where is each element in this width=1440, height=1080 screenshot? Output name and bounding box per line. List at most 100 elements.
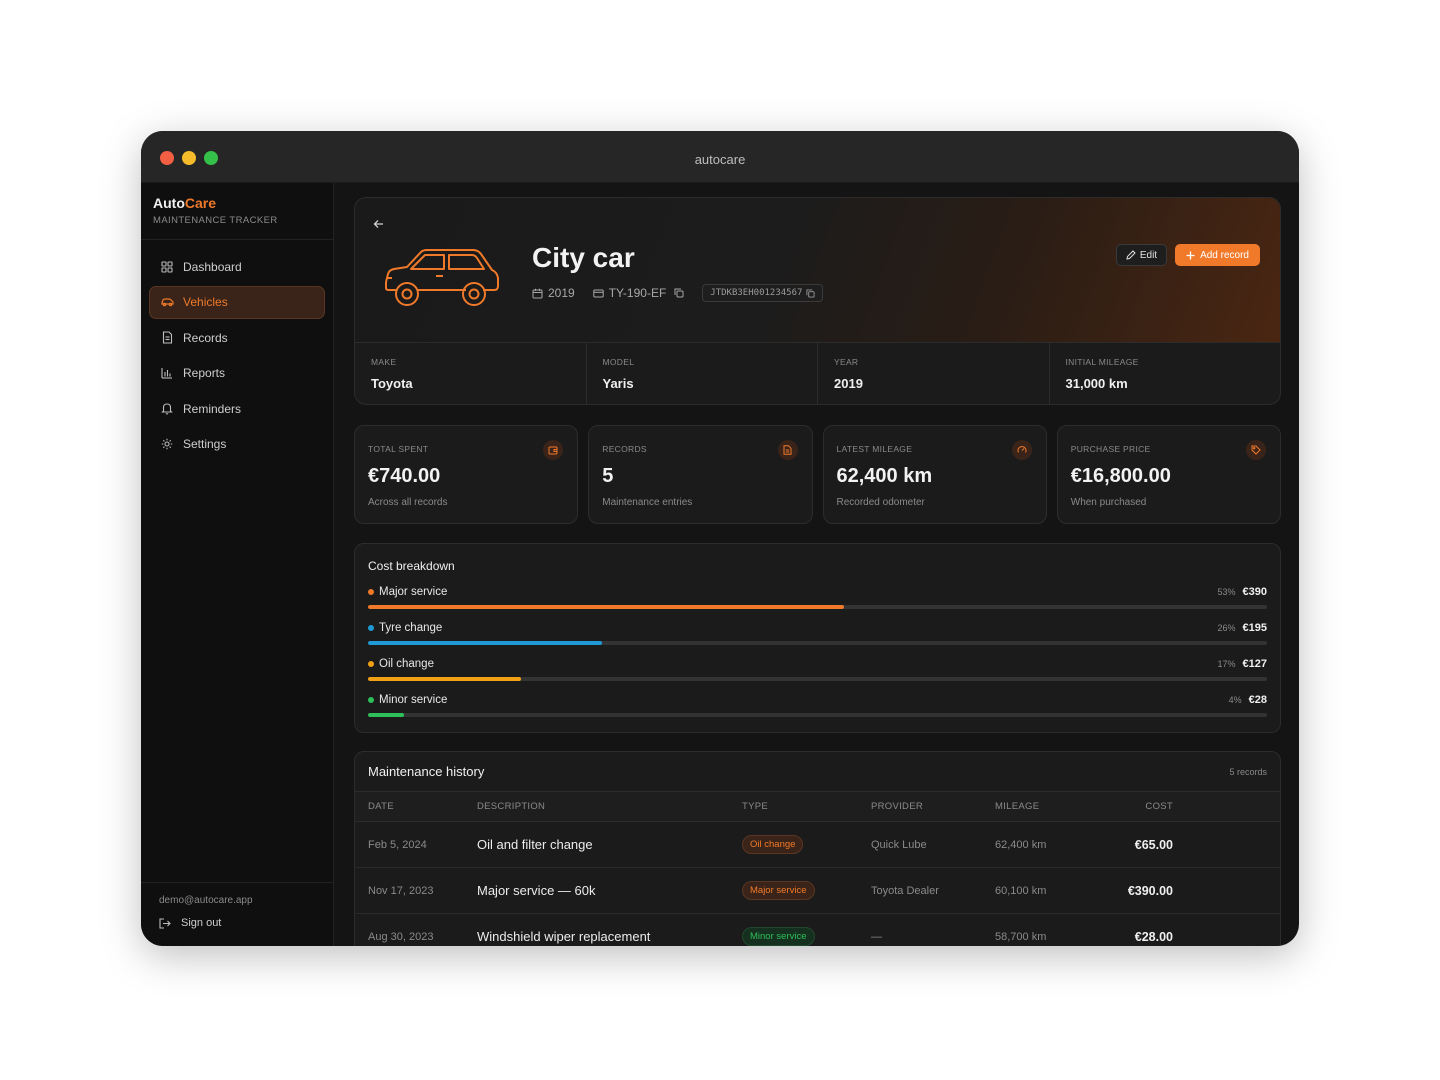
stat-card-purchase-price: PURCHASE PRICE €16,800.00 When purchased [1056, 425, 1281, 524]
type-badge: Major service [742, 881, 815, 900]
type-badge: Oil change [742, 835, 804, 854]
breakdown-bar-track [368, 605, 1267, 609]
sign-out-button[interactable]: Sign out [159, 917, 315, 929]
table-row[interactable]: Feb 5, 2024 Oil and filter change Oil ch… [355, 822, 1280, 868]
vehicle-plate-value: TY-190-EF [608, 286, 667, 300]
vehicle-plate: TY-190-EF [593, 286, 685, 300]
gauge-icon [1011, 440, 1032, 460]
vehicle-meta: 2019 TY-190-EF JTDKB3EH001234567 [532, 284, 824, 302]
vehicle-actions: Edit Add record [1115, 244, 1260, 266]
pencil-icon [1126, 250, 1136, 260]
cost-breakdown-card: Cost breakdown Major service 53% €390 Ty… [354, 543, 1281, 733]
brand-subtitle: MAINTENANCE TRACKER [153, 215, 278, 226]
breakdown-item-oil-change: Oil change 17% €127 [368, 658, 1267, 681]
sidebar-item-label: Vehicles [183, 295, 228, 310]
column-header-cost[interactable]: COST [1097, 801, 1173, 812]
brand-name-accent: Care [184, 195, 217, 211]
sidebar-item-reminders[interactable]: Reminders [149, 392, 325, 425]
stat-value: 5 [602, 465, 614, 487]
maintenance-history-header: Maintenance history 5 records [355, 752, 1280, 792]
breakdown-bar-fill [368, 641, 602, 645]
copy-icon[interactable] [806, 288, 815, 298]
license-plate-icon [593, 289, 604, 298]
add-record-button-label: Add record [1200, 249, 1249, 261]
column-header-type[interactable]: TYPE [742, 801, 871, 812]
spec-label: MODEL [602, 357, 635, 367]
column-header-date[interactable]: DATE [355, 801, 477, 812]
cell-date: Aug 30, 2023 [368, 930, 434, 943]
sidebar-item-label: Reminders [183, 401, 242, 416]
cell-mileage: 60,100 km [995, 884, 1047, 897]
spec-value: Yaris [602, 376, 634, 391]
legend-dot [368, 625, 374, 631]
breakdown-label: Minor service [379, 694, 448, 706]
vin-value: JTDKB3EH001234567 [710, 288, 803, 298]
breakdown-amount: €28 [1248, 694, 1267, 706]
sidebar-footer: demo@autocare.app Sign out [141, 882, 333, 946]
chart-icon [160, 366, 174, 380]
stat-label: RECORDS [602, 444, 647, 454]
cell-provider: — [871, 930, 882, 943]
breakdown-bar-fill [368, 713, 404, 717]
spec-value: Toyota [371, 376, 413, 391]
edit-button-label: Edit [1139, 249, 1158, 261]
spec-value: 2019 [834, 376, 863, 391]
sidebar-item-settings[interactable]: Settings [149, 428, 325, 461]
legend-dot [368, 661, 374, 667]
breakdown-bar-track [368, 641, 1267, 645]
edit-button[interactable]: Edit [1115, 244, 1168, 266]
sidebar-item-records[interactable]: Records [149, 321, 325, 354]
stats-row: TOTAL SPENT €740.00 Across all records R… [354, 425, 1281, 524]
add-record-button[interactable]: Add record [1175, 244, 1260, 266]
vehicle-header: City car 2019 TY-190-EF JTDKB3EH00123456… [355, 198, 1280, 342]
spec-label: YEAR [834, 357, 859, 367]
breakdown-item-minor-service: Minor service 4% €28 [368, 694, 1267, 717]
table-row[interactable]: Nov 17, 2023 Major service — 60k Major s… [355, 868, 1280, 914]
sidebar-item-reports[interactable]: Reports [149, 357, 325, 390]
tag-icon [1246, 440, 1266, 460]
breakdown-bar-fill [368, 605, 845, 609]
vehicle-year: 2019 [532, 286, 575, 300]
stat-value: €740.00 [368, 465, 441, 487]
cell-provider: Quick Lube [871, 838, 927, 851]
breakdown-percent: 53% [1217, 587, 1236, 597]
copy-icon[interactable] [674, 288, 684, 298]
cell-cost: €390.00 [1127, 883, 1173, 898]
window-title: autocare [694, 152, 746, 167]
stat-label: TOTAL SPENT [368, 444, 429, 454]
spec-label: INITIAL MILEAGE [1065, 357, 1139, 367]
sidebar-item-label: Records [183, 330, 228, 345]
spec-value: 31,000 km [1065, 376, 1128, 391]
sidebar-item-vehicles[interactable]: Vehicles [149, 285, 325, 319]
cell-cost: €65.00 [1134, 837, 1173, 852]
vehicle-header-card: City car 2019 TY-190-EF JTDKB3EH00123456… [354, 197, 1281, 405]
dashboard-icon [160, 260, 174, 274]
cell-description: Oil and filter change [477, 837, 593, 852]
breakdown-bar-fill [368, 677, 521, 681]
legend-dot [368, 589, 374, 595]
table-header-row: DATE DESCRIPTION TYPE PROVIDER MILEAGE C… [355, 792, 1280, 822]
spec-initial-mileage: INITIAL MILEAGE 31,000 km [1050, 343, 1281, 404]
vehicle-specs: MAKE Toyota MODEL Yaris YEAR 2019 INITIA… [355, 342, 1281, 404]
title-bar: autocare [141, 131, 1299, 183]
back-button[interactable] [373, 216, 384, 234]
breakdown-item-major-service: Major service 53% €390 [368, 586, 1267, 609]
breakdown-label: Oil change [379, 658, 434, 670]
spec-make: MAKE Toyota [355, 343, 587, 404]
column-header-description[interactable]: DESCRIPTION [477, 801, 742, 812]
table-row[interactable]: Aug 30, 2023 Windshield wiper replacemen… [355, 914, 1280, 946]
breakdown-label: Tyre change [379, 622, 443, 634]
cell-type: Major service [742, 881, 871, 900]
column-header-provider[interactable]: PROVIDER [871, 801, 995, 812]
spec-label: MAKE [371, 357, 397, 367]
stat-subtext: Maintenance entries [602, 497, 693, 508]
sidebar-item-dashboard[interactable]: Dashboard [149, 250, 325, 283]
sidebar-item-label: Reports [183, 366, 226, 381]
document-icon [777, 440, 798, 460]
record-count: 5 records [1229, 766, 1267, 777]
car-icon [160, 295, 174, 309]
stat-subtext: Across all records [368, 497, 448, 508]
column-header-mileage[interactable]: MILEAGE [995, 801, 1097, 812]
car-illustration-icon [383, 246, 501, 319]
brand-name-prefix: Auto [153, 195, 185, 211]
